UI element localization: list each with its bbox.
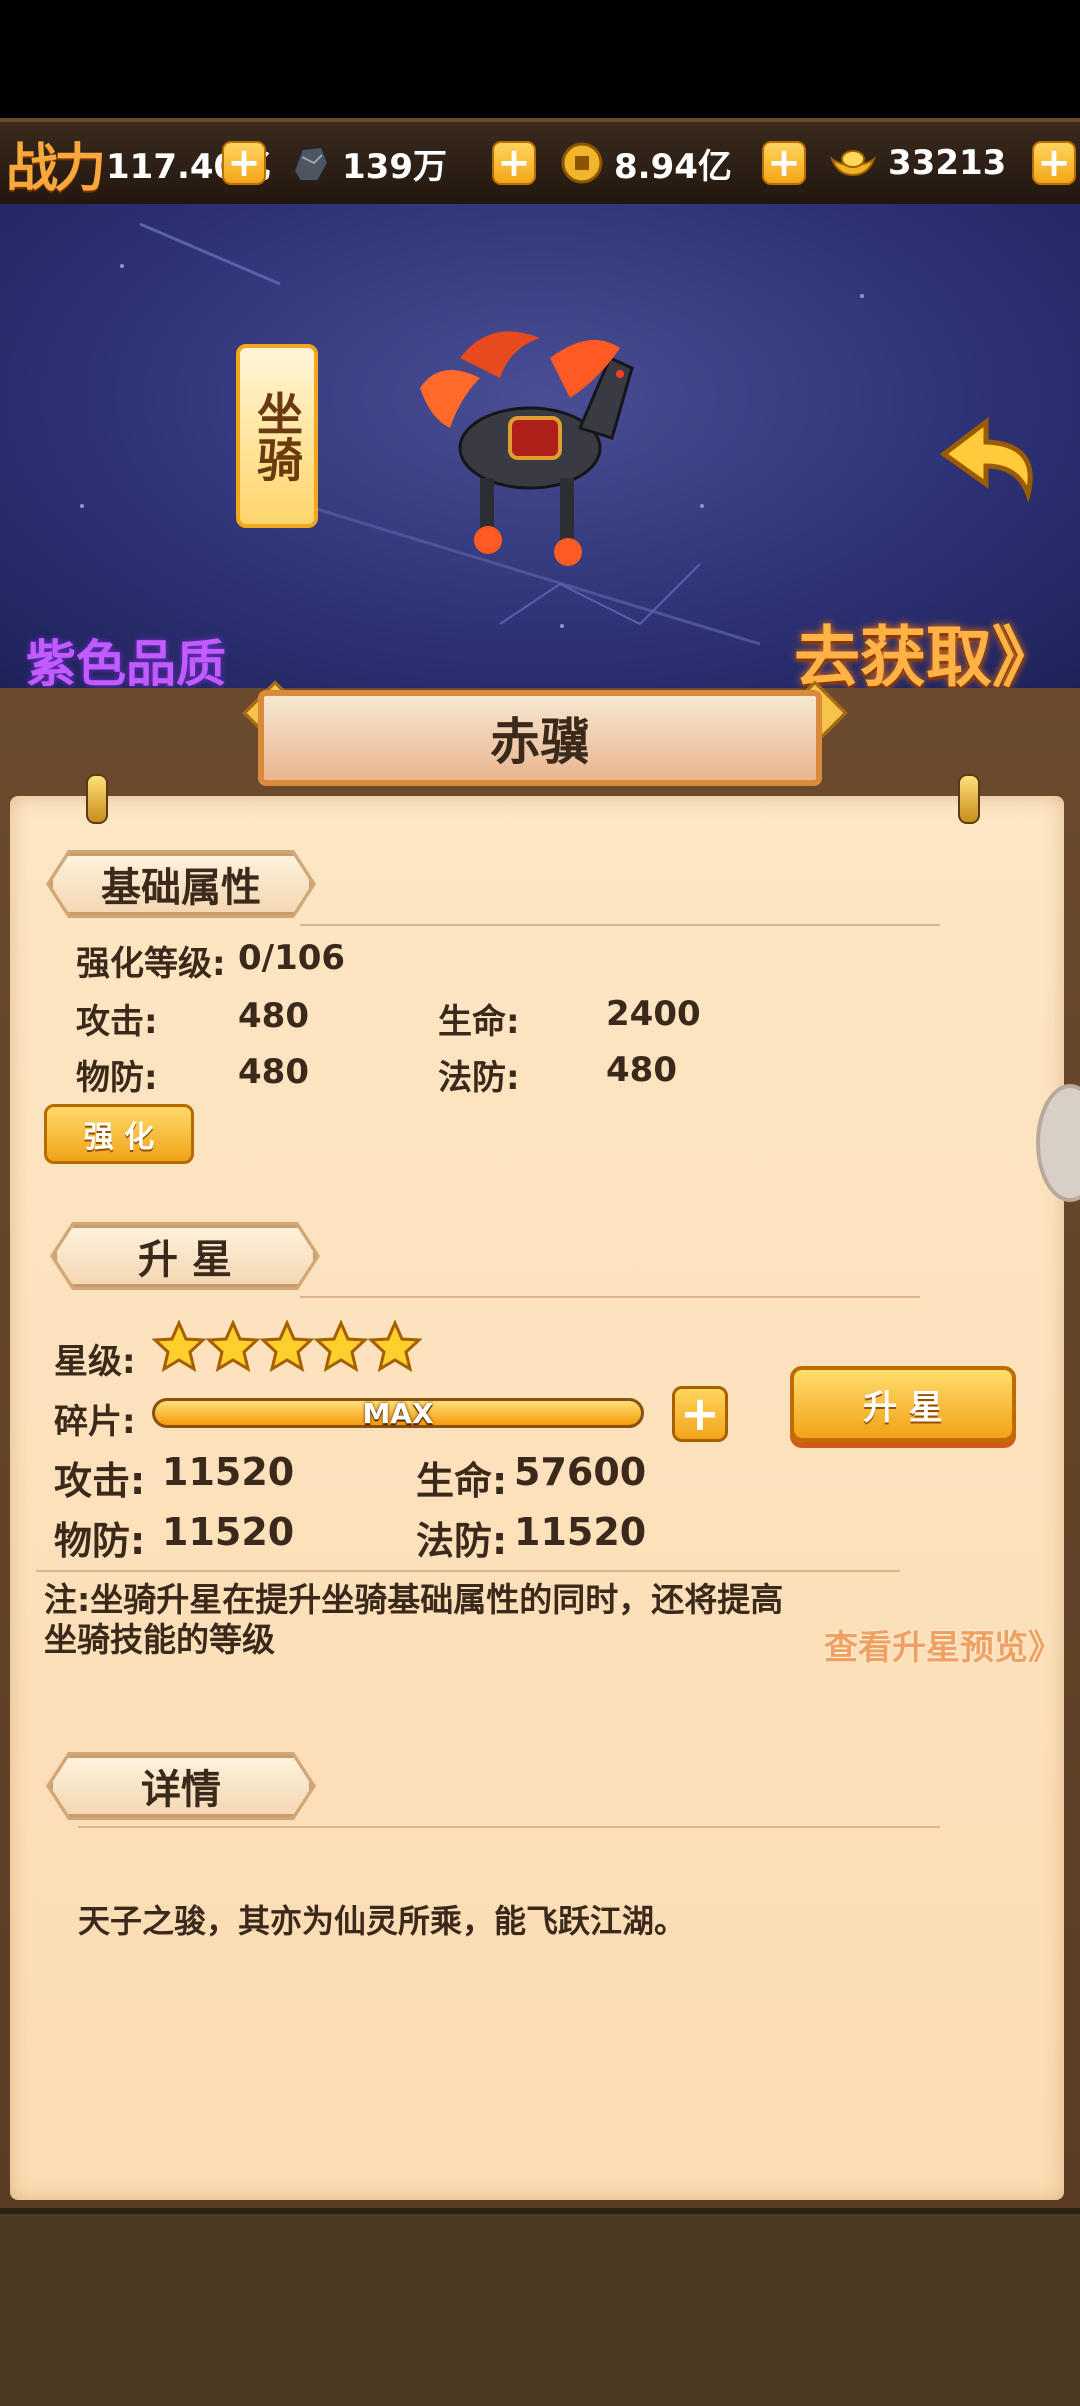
ingot-plus-button[interactable]: + bbox=[1032, 141, 1076, 185]
star-level-label: 星级: bbox=[54, 1342, 136, 1382]
star-pdef-label: 物防: bbox=[54, 1519, 146, 1563]
coin-plus-button[interactable]: + bbox=[762, 141, 806, 185]
star-icon bbox=[152, 1320, 206, 1373]
divider bbox=[78, 1826, 940, 1828]
star-up-header: 升 星 bbox=[54, 1225, 316, 1287]
shard-progress-text: MAX bbox=[362, 1397, 434, 1430]
shard-label: 碎片: bbox=[54, 1402, 136, 1442]
mount-showcase: 坐骑 紫色品质 去获取》 bbox=[0, 204, 1080, 688]
star-icon bbox=[368, 1320, 422, 1373]
ingot-display: 33213 bbox=[828, 136, 1006, 190]
power-label: 战力 bbox=[6, 138, 106, 199]
divider bbox=[300, 1296, 920, 1298]
scroll-pin-left bbox=[86, 774, 108, 824]
base-mdef-label: 法防: bbox=[438, 1058, 520, 1098]
star-attack-label: 攻击: bbox=[54, 1459, 146, 1503]
star-up-note: 注:坐骑升星在提升坐骑基础属性的同时，还将提高坐骑技能的等级 bbox=[44, 1580, 784, 1659]
star-hp-value: 57600 bbox=[514, 1450, 647, 1494]
base-pdef-label: 物防: bbox=[76, 1058, 158, 1098]
shard-plus-button[interactable]: + bbox=[672, 1386, 728, 1442]
star-pdef-value: 11520 bbox=[162, 1510, 295, 1554]
get-source-link[interactable]: 去获取》 bbox=[794, 604, 1058, 688]
base-attack-label: 攻击: bbox=[76, 1002, 158, 1042]
star-icon bbox=[260, 1320, 314, 1373]
divider bbox=[36, 1570, 900, 1572]
ore-icon bbox=[292, 145, 330, 182]
info-parchment bbox=[10, 796, 1064, 2200]
base-hp-label: 生命: bbox=[438, 1002, 520, 1042]
ingot-icon bbox=[829, 150, 877, 177]
bottom-panel bbox=[0, 2208, 1080, 2406]
enhance-button[interactable]: 强 化 bbox=[44, 1104, 194, 1164]
mount-type-tag: 坐骑 bbox=[236, 344, 318, 528]
base-pdef-value: 480 bbox=[238, 1052, 309, 1092]
star-icon bbox=[206, 1320, 260, 1373]
coin-display: 8.94亿 bbox=[560, 136, 732, 190]
enhance-level-label: 强化等级: bbox=[76, 944, 226, 984]
coin-value: 8.94亿 bbox=[614, 146, 732, 187]
details-text: 天子之骏，其亦为仙灵所乘，能飞跃江湖。 bbox=[78, 1902, 687, 1940]
shard-progress-bar: MAX bbox=[152, 1397, 644, 1430]
star-icon bbox=[314, 1320, 368, 1373]
ingot-value: 33213 bbox=[888, 143, 1007, 183]
ore-display: 139万 bbox=[288, 136, 447, 190]
base-attack-value: 480 bbox=[238, 996, 309, 1036]
star-attack-value: 11520 bbox=[162, 1450, 295, 1494]
back-arrow-icon[interactable] bbox=[936, 414, 1046, 504]
star-hp-label: 生命: bbox=[416, 1459, 508, 1503]
star-preview-link[interactable]: 查看升星预览》 bbox=[824, 1620, 1062, 1669]
ore-value: 139万 bbox=[342, 146, 447, 187]
power-plus-button[interactable]: + bbox=[222, 141, 266, 185]
star-mdef-value: 11520 bbox=[514, 1510, 647, 1554]
base-mdef-value: 480 bbox=[606, 1050, 677, 1090]
star-up-button[interactable]: 升 星 bbox=[790, 1366, 1016, 1442]
base-attrs-header: 基础属性 bbox=[50, 853, 312, 915]
mount-name: 赤骥 bbox=[490, 713, 590, 771]
coin-icon bbox=[561, 142, 603, 184]
ore-plus-button[interactable]: + bbox=[492, 141, 536, 185]
horse-mount-image bbox=[420, 331, 634, 566]
star-mdef-label: 法防: bbox=[416, 1519, 508, 1563]
scroll-pin-right bbox=[958, 774, 980, 824]
mount-name-plate: 赤骥 bbox=[258, 690, 822, 786]
quality-label: 紫色品质 bbox=[26, 635, 226, 688]
enhance-level-value: 0/106 bbox=[238, 938, 346, 978]
divider bbox=[300, 924, 940, 926]
base-hp-value: 2400 bbox=[606, 994, 701, 1034]
details-header: 详情 bbox=[50, 1755, 312, 1817]
resource-bar: 战力 117.40亿 + 139万 + 8.94亿 + 33213 + bbox=[0, 118, 1080, 208]
